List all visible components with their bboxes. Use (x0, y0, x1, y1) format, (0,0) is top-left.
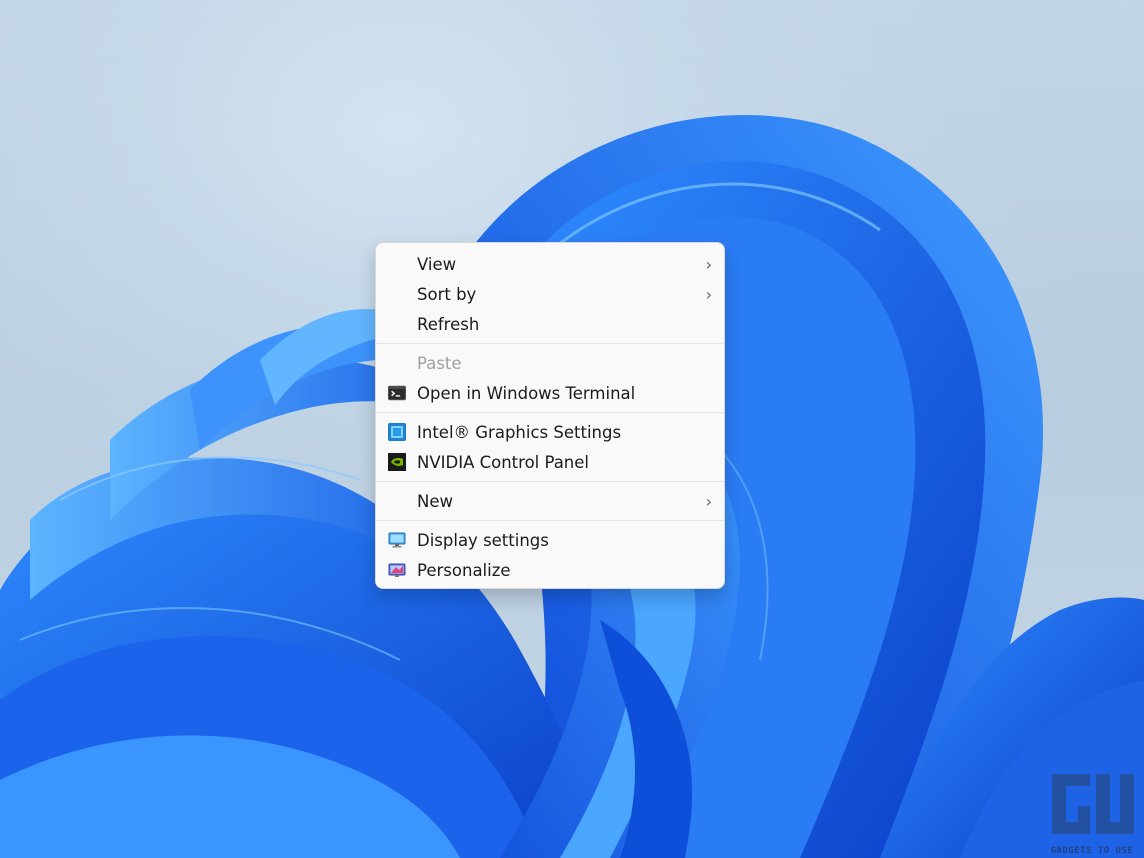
menu-item-open-in-windows-terminal[interactable]: Open in Windows Terminal (376, 378, 724, 408)
chevron-right-icon: › (705, 284, 712, 304)
menu-item-label: NVIDIA Control Panel (417, 452, 590, 472)
menu-item-personalize[interactable]: Personalize (376, 555, 724, 585)
nvidia-icon (388, 453, 406, 471)
personalize-icon (388, 561, 406, 579)
menu-item-sort-by[interactable]: Sort by › (376, 279, 724, 309)
menu-separator (376, 412, 724, 413)
menu-item-label: Personalize (417, 560, 511, 580)
menu-item-paste: Paste (376, 348, 724, 378)
menu-item-label: Display settings (417, 530, 549, 550)
intel-graphics-icon (388, 423, 406, 441)
terminal-icon (388, 384, 406, 402)
gadgets-to-use-logo: GADGETS TO USE (1046, 764, 1138, 856)
menu-item-display-settings[interactable]: Display settings (376, 525, 724, 555)
menu-item-view[interactable]: View › (376, 249, 724, 279)
menu-item-label: Paste (417, 353, 462, 373)
menu-item-label: Open in Windows Terminal (417, 383, 636, 403)
menu-item-label: New (417, 491, 453, 511)
menu-separator (376, 520, 724, 521)
menu-separator (376, 481, 724, 482)
chevron-right-icon: › (705, 491, 712, 511)
desktop[interactable]: View › Sort by › Refresh Paste Open in W… (0, 0, 1144, 858)
watermark-text: GADGETS TO USE (1050, 846, 1134, 856)
desktop-context-menu: View › Sort by › Refresh Paste Open in W… (375, 242, 725, 589)
menu-item-refresh[interactable]: Refresh (376, 309, 724, 339)
menu-separator (376, 343, 724, 344)
menu-item-label: Intel® Graphics Settings (417, 422, 622, 442)
menu-item-intel-graphics-settings[interactable]: Intel® Graphics Settings (376, 417, 724, 447)
menu-item-label: View (417, 254, 457, 274)
menu-item-label: Refresh (417, 314, 480, 334)
chevron-right-icon: › (705, 254, 712, 274)
menu-item-nvidia-control-panel[interactable]: NVIDIA Control Panel (376, 447, 724, 477)
display-icon (388, 531, 406, 549)
menu-item-label: Sort by (417, 284, 477, 304)
menu-item-new[interactable]: New › (376, 486, 724, 516)
